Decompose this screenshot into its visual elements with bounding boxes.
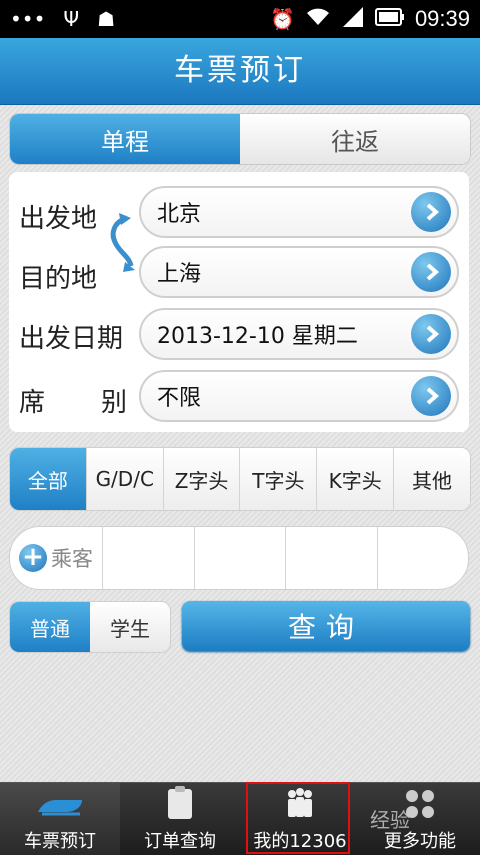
date-field[interactable]: 2013-12-10 星期二 bbox=[139, 308, 459, 360]
to-station-value: 上海 bbox=[157, 262, 202, 287]
round-trip-tab[interactable]: 往返 bbox=[240, 114, 470, 164]
usb-icon: Ψ bbox=[63, 7, 80, 31]
date-label: 出发日期 bbox=[19, 324, 124, 354]
battery-icon bbox=[374, 7, 405, 31]
chevron-right-icon[interactable] bbox=[411, 376, 451, 416]
passenger-slot[interactable] bbox=[378, 527, 469, 589]
nav-ticket-booking[interactable]: 车票预订 bbox=[0, 783, 120, 855]
wifi-icon bbox=[305, 7, 331, 32]
from-label: 出发地 bbox=[19, 204, 98, 234]
train-type-k[interactable]: K字头 bbox=[317, 448, 395, 510]
ticket-type-normal[interactable]: 普通 bbox=[10, 602, 90, 652]
highlight-annotation bbox=[246, 782, 350, 854]
date-value: 2013-12-10 星期二 bbox=[157, 324, 358, 349]
watermark: 经验 bbox=[370, 808, 410, 832]
clock: 09:39 bbox=[414, 6, 470, 31]
seat-class-value: 不限 bbox=[157, 386, 202, 411]
plus-icon: + bbox=[19, 544, 47, 572]
add-passenger-label: 乘客 bbox=[51, 547, 93, 571]
status-bar: ••• Ψ ☗ ⏰ 09:39 bbox=[0, 0, 480, 38]
chevron-right-icon[interactable] bbox=[411, 252, 451, 292]
nav-order-query-label: 订单查询 bbox=[144, 831, 216, 852]
query-button[interactable]: 查询 bbox=[182, 601, 470, 651]
seat-class-field[interactable]: 不限 bbox=[139, 370, 459, 422]
trip-type-segment: 单程 往返 bbox=[9, 113, 471, 165]
passenger-bar: + 乘客 bbox=[9, 526, 469, 590]
train-type-t[interactable]: T字头 bbox=[240, 448, 318, 510]
chevron-right-icon[interactable] bbox=[411, 314, 451, 354]
from-station-field[interactable]: 北京 bbox=[139, 186, 459, 238]
train-type-gdc[interactable]: G/D/C bbox=[86, 448, 164, 510]
seat-label-part2: 别 bbox=[101, 388, 128, 418]
train-type-z[interactable]: Z字头 bbox=[163, 448, 241, 510]
train-type-all[interactable]: 全部 bbox=[10, 448, 87, 510]
add-passenger-button[interactable]: + 乘客 bbox=[10, 527, 103, 589]
one-way-tab[interactable]: 单程 bbox=[10, 114, 240, 164]
ticket-type-student[interactable]: 学生 bbox=[90, 602, 170, 652]
ticket-type-segment: 普通 学生 bbox=[9, 601, 171, 653]
train-icon bbox=[36, 783, 84, 823]
clipboard-icon bbox=[156, 783, 204, 823]
alarm-icon: ⏰ bbox=[270, 7, 295, 31]
android-debug-icon: ☗ bbox=[97, 7, 116, 31]
more-icon: ••• bbox=[10, 7, 46, 31]
from-station-value: 北京 bbox=[157, 202, 202, 227]
swap-stations-icon[interactable] bbox=[105, 212, 135, 272]
to-station-field[interactable]: 上海 bbox=[139, 246, 459, 298]
to-label: 目的地 bbox=[19, 264, 98, 294]
page-title: 车票预订 bbox=[0, 38, 480, 104]
passenger-slot[interactable] bbox=[103, 527, 195, 589]
nav-ticket-booking-label: 车票预订 bbox=[24, 831, 96, 852]
signal-icon bbox=[341, 6, 365, 32]
passenger-slot[interactable] bbox=[195, 527, 286, 589]
nav-order-query[interactable]: 订单查询 bbox=[120, 783, 240, 855]
booking-form: 出发地 目的地 北京 上海 出发日期 2013-12-10 星期二 席 别 不限 bbox=[9, 172, 469, 432]
train-type-filter: 全部 G/D/C Z字头 T字头 K字头 其他 bbox=[9, 447, 471, 511]
seat-label-part1: 席 bbox=[19, 388, 46, 418]
train-type-other[interactable]: 其他 bbox=[394, 448, 470, 510]
chevron-right-icon[interactable] bbox=[411, 192, 451, 232]
passenger-slot[interactable] bbox=[286, 527, 378, 589]
